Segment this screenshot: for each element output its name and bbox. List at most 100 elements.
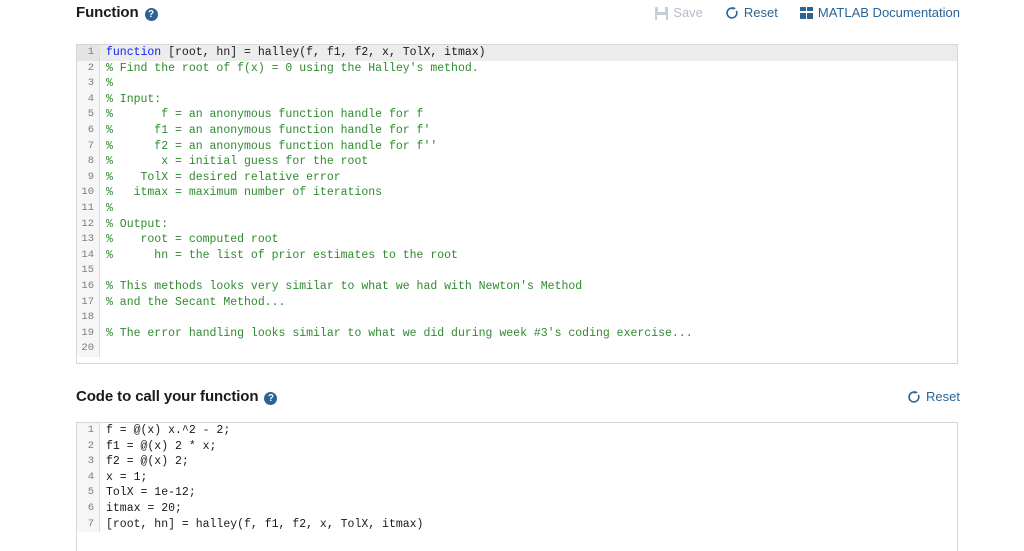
code-token: % The error handling looks similar to wh… <box>106 326 693 340</box>
code-token: % f = an anonymous function handle for f <box>106 108 424 122</box>
code-line-text: % <box>100 76 957 92</box>
line-number: 2 <box>77 438 100 455</box>
code-token: % f2 = an anonymous function handle for … <box>106 139 438 153</box>
reset-call-button-label: Reset <box>926 389 960 404</box>
code-line[interactable]: 20 <box>77 341 957 357</box>
code-line-text: % x = initial guess for the root <box>100 154 957 170</box>
code-token: [root, hn] = halley(f, f1, f2, x, TolX, … <box>161 46 486 59</box>
line-number: 1 <box>77 45 100 61</box>
code-line[interactable]: 7 [root, hn] = halley(f, f1, f2, x, TolX,… <box>77 516 957 533</box>
code-token: f1 = @(x) 2 * x; <box>106 439 217 453</box>
code-token: f2 = @(x) 2; <box>106 455 189 469</box>
line-number: 13 <box>77 232 100 248</box>
code-line[interactable]: 12 % Output: <box>77 216 957 233</box>
code-token: % <box>106 201 113 215</box>
code-line-text: % and the Secant Method... <box>100 295 957 311</box>
code-line[interactable]: 3 f2 = @(x) 2; <box>77 454 957 470</box>
line-number: 14 <box>77 247 100 264</box>
code-line[interactable]: 11% <box>77 200 957 217</box>
code-token: % itmax = maximum number of iterations <box>106 186 383 200</box>
reset-call-button[interactable]: Reset <box>907 389 960 405</box>
matlab-grader-page: Function ? Save Reset MATLAB Documentati… <box>0 0 1024 551</box>
code-token: % hn = the list of prior estimates to th… <box>106 248 458 262</box>
line-number: 5 <box>77 485 100 501</box>
code-line[interactable]: 5 TolX = 1e-12; <box>77 485 957 501</box>
code-line[interactable]: 3% <box>77 76 957 92</box>
code-line-text: f = @(x) x.^2 - 2; <box>100 423 957 439</box>
code-line-text: % hn = the list of prior estimates to th… <box>100 248 957 264</box>
call-toolbar: Reset <box>907 389 960 405</box>
code-token: % Output: <box>106 217 169 231</box>
code-line[interactable]: 7 % f2 = an anonymous function handle for… <box>77 138 957 155</box>
code-line-text: % Output: <box>100 217 957 233</box>
function-code-editor[interactable]: 1 function [root, hn] = halley(f, f1, f2,… <box>76 44 958 364</box>
help-circle-icon[interactable]: ? <box>264 391 278 405</box>
code-line[interactable]: 6 itmax = 20; <box>77 500 957 517</box>
help-circle-icon[interactable]: ? <box>144 7 158 21</box>
code-line-text: % f = an anonymous function handle for f <box>100 107 957 123</box>
save-button[interactable]: Save <box>655 5 703 21</box>
line-number: 7 <box>77 138 100 155</box>
code-line[interactable]: 8 % x = initial guess for the root <box>77 154 957 170</box>
code-line-text: f1 = @(x) 2 * x; <box>100 439 957 455</box>
code-line[interactable]: 4 x = 1; <box>77 469 957 486</box>
code-token: TolX = 1e-12; <box>106 486 196 500</box>
code-line[interactable]: 19 % The error handling looks similar to … <box>77 325 957 342</box>
code-line[interactable]: 10 % itmax = maximum number of iterations <box>77 185 957 201</box>
reset-function-button[interactable]: Reset <box>725 5 778 21</box>
code-token: % This methods looks very similar to wha… <box>106 279 583 293</box>
code-line-text: x = 1; <box>100 470 957 486</box>
matlab-documentation-grid-icon <box>799 7 813 19</box>
reset-circular-arrow-icon <box>907 390 921 404</box>
code-token: itmax = 20; <box>106 501 182 515</box>
code-token: f = @(x) x.^2 - 2; <box>106 424 231 437</box>
line-number: 3 <box>77 76 100 92</box>
code-line[interactable]: 2 f1 = @(x) 2 * x; <box>77 438 957 455</box>
save-floppy-icon <box>655 6 669 20</box>
code-line-text: TolX = 1e-12; <box>100 485 957 501</box>
reset-function-button-label: Reset <box>743 5 778 20</box>
call-section-title: Code to call your function <box>76 388 259 405</box>
line-number: 18 <box>77 310 100 326</box>
code-line[interactable]: 14 % hn = the list of prior estimates to … <box>77 247 957 264</box>
line-number: 10 <box>77 185 100 201</box>
code-line-text: f2 = @(x) 2; <box>100 454 957 470</box>
line-number: 6 <box>77 500 100 517</box>
matlab-documentation-button[interactable]: MATLAB Documentation <box>799 5 960 21</box>
line-number: 8 <box>77 154 100 170</box>
code-line[interactable]: 5 % f = an anonymous function handle for … <box>77 107 957 123</box>
reset-circular-arrow-icon <box>725 6 739 20</box>
code-line-text: itmax = 20; <box>100 501 957 517</box>
call-code-editor[interactable]: 1 f = @(x) x.^2 - 2; 2 f1 = @(x) 2 * x; 3 f2 … <box>76 422 958 551</box>
code-line[interactable]: 15 <box>77 263 957 279</box>
code-line[interactable]: 1 function [root, hn] = halley(f, f1, f2,… <box>77 45 957 61</box>
line-number: 19 <box>77 325 100 342</box>
code-line-text: function [root, hn] = halley(f, f1, f2, … <box>100 45 957 61</box>
code-line[interactable]: 9 % TolX = desired relative error <box>77 169 957 186</box>
line-number: 9 <box>77 169 100 186</box>
code-line[interactable]: 17 % and the Secant Method... <box>77 294 957 311</box>
code-line[interactable]: 4 % Input: <box>77 91 957 108</box>
code-line[interactable]: 18 <box>77 310 957 326</box>
code-token: function <box>106 46 162 59</box>
code-line[interactable]: 16 % This methods looks very similar to w… <box>77 278 957 295</box>
line-number: 11 <box>77 200 100 217</box>
line-number: 17 <box>77 294 100 311</box>
line-number: 4 <box>77 91 100 108</box>
code-line[interactable]: 13 % root = computed root <box>77 232 957 248</box>
code-token: [root, hn] = halley(f, f1, f2, x, TolX, … <box>106 517 424 531</box>
code-line[interactable]: 6 % f1 = an anonymous function handle for… <box>77 122 957 139</box>
code-line[interactable]: 1 f = @(x) x.^2 - 2; <box>77 423 957 439</box>
line-number: 16 <box>77 278 100 295</box>
code-line-text: % root = computed root <box>100 232 957 248</box>
matlab-documentation-button-label: MATLAB Documentation <box>817 5 960 20</box>
function-code-lines[interactable]: 1 function [root, hn] = halley(f, f1, f2,… <box>77 45 957 357</box>
code-line-text: % This methods looks very similar to wha… <box>100 279 957 295</box>
function-toolbar: Save Reset MATLAB Documentation <box>655 5 960 21</box>
code-line[interactable]: 2 % Find the root of f(x) = 0 using the H… <box>77 60 957 77</box>
code-line-text: % f2 = an anonymous function handle for … <box>100 139 957 155</box>
call-code-lines[interactable]: 1 f = @(x) x.^2 - 2; 2 f1 = @(x) 2 * x; 3 f2 … <box>77 423 957 533</box>
